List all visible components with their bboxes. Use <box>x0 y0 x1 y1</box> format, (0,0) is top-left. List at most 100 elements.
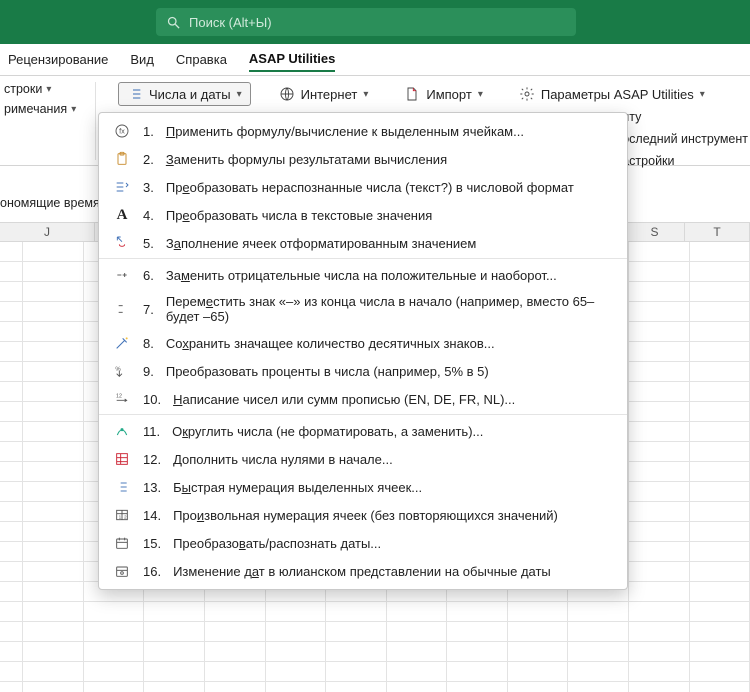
chevron-down-icon: ▾ <box>363 89 368 100</box>
menu-item-label: Преобразовать нераспознанные числа (текс… <box>166 180 574 195</box>
menu-item-number: 4. <box>143 208 154 223</box>
menu-item-6[interactable]: 6. Заменить отрицательные числа на положи… <box>99 261 627 289</box>
asap-params-button[interactable]: Параметры ASAP Utilities ▾ <box>511 83 713 105</box>
tab-view[interactable]: Вид <box>130 48 154 71</box>
menu-item-number: 1. <box>143 124 154 139</box>
menu-item-icon <box>113 450 131 468</box>
search-icon <box>166 15 181 30</box>
chevron-down-icon: ▾ <box>46 84 51 95</box>
menu-item-icon <box>113 478 131 496</box>
menu-item-8[interactable]: 8. Сохранить значащее количество десятичн… <box>99 329 627 357</box>
menu-item-9[interactable]: % 9. Преобразовать проценты в числа (напри… <box>99 357 627 385</box>
menu-item-5[interactable]: 5. Заполнение ячеек отформатированным зна… <box>99 229 627 259</box>
notes-button[interactable]: римечания ▾ <box>4 102 91 116</box>
svg-text:2: 2 <box>124 514 127 519</box>
menu-item-label: Применить формулу/вычисление к выделенны… <box>166 124 524 139</box>
menu-item-icon <box>113 150 131 168</box>
menu-item-number: 10. <box>143 392 161 407</box>
menu-item-icon <box>113 562 131 580</box>
rows-button[interactable]: строки ▾ <box>4 82 91 96</box>
right-links: иту оследний инструмент астройки <box>622 110 748 168</box>
menu-item-label: Заменить формулы результатами вычисления <box>166 152 447 167</box>
menu-item-label: Заполнение ячеек отформатированным значе… <box>166 236 476 251</box>
internet-button[interactable]: Интернет ▾ <box>271 83 377 105</box>
column-header[interactable]: S <box>625 223 685 241</box>
menu-item-icon: fx <box>113 122 131 140</box>
menu-item-15[interactable]: 15. Преобразовать/распознать даты... <box>99 529 627 557</box>
menu-item-label: Преобразовать/распознать даты... <box>173 536 381 551</box>
menu-item-label: Написание чисел или сумм прописью (EN, D… <box>173 392 515 407</box>
gear-icon <box>519 86 535 102</box>
svg-text:%: % <box>115 367 121 373</box>
menu-item-7[interactable]: 7. Переместить знак «–» из конца числа в … <box>99 289 627 329</box>
menu-item-10[interactable]: 12 10. Написание чисел или сумм прописью (… <box>99 385 627 415</box>
file-icon <box>404 86 420 102</box>
menu-item-icon <box>113 534 131 552</box>
numbers-dates-menu: fx 1. Применить формулу/вычисление к выдел… <box>98 112 628 590</box>
menu-item-icon <box>113 234 131 252</box>
menu-item-number: 11. <box>143 424 160 439</box>
chevron-down-icon: ▾ <box>478 89 483 100</box>
title-bar: Поиск (Alt+Ы) <box>0 0 750 44</box>
menu-item-label: Сохранить значащее количество десятичных… <box>166 336 495 351</box>
menu-item-13[interactable]: 13. Быстрая нумерация выделенных ячеек... <box>99 473 627 501</box>
menu-item-icon: 12 <box>113 390 131 408</box>
menu-item-icon <box>113 422 131 440</box>
menu-item-11[interactable]: 11. Округлить числа (не форматировать, а … <box>99 417 627 445</box>
menu-item-icon <box>113 300 131 318</box>
link-last-tool[interactable]: оследний инструмент <box>622 132 748 146</box>
menu-item-1[interactable]: fx 1. Применить формулу/вычисление к выдел… <box>99 117 627 145</box>
column-header[interactable]: J <box>0 223 95 241</box>
svg-text:1: 1 <box>119 514 122 519</box>
menu-item-number: 2. <box>143 152 154 167</box>
menu-item-number: 7. <box>143 302 154 317</box>
menu-item-label: Переместить знак «–» из конца числа в на… <box>166 294 613 324</box>
chevron-down-icon: ▾ <box>237 89 242 100</box>
menu-item-number: 15. <box>143 536 161 551</box>
menu-item-icon <box>113 266 131 284</box>
numbers-dates-button[interactable]: Числа и даты ▾ <box>118 82 251 106</box>
menu-item-14[interactable]: 12 14. Произвольная нумерация ячеек (без п… <box>99 501 627 529</box>
menu-item-number: 3. <box>143 180 154 195</box>
menu-item-16[interactable]: 16. Изменение дат в юлианском представлен… <box>99 557 627 585</box>
menu-item-icon <box>113 178 131 196</box>
menu-item-label: Заменить отрицательные числа на положите… <box>166 268 557 283</box>
menu-item-number: 9. <box>143 364 154 379</box>
menu-item-3[interactable]: 3. Преобразовать нераспознанные числа (те… <box>99 173 627 201</box>
menu-item-label: Дополнить числа нулями в начале... <box>173 452 393 467</box>
menu-item-label: Преобразовать проценты в числа (например… <box>166 364 489 379</box>
menu-item-label: Быстрая нумерация выделенных ячеек... <box>173 480 422 495</box>
import-button[interactable]: Импорт ▾ <box>396 83 490 105</box>
menu-item-icon: 12 <box>113 506 131 524</box>
menu-item-icon: A <box>113 206 131 224</box>
menu-item-number: 13. <box>143 480 161 495</box>
ribbon-tabs: Рецензирование Вид Справка ASAP Utilitie… <box>0 44 750 76</box>
menu-item-4[interactable]: A 4. Преобразовать числа в текстовые значе… <box>99 201 627 229</box>
menu-item-number: 16. <box>143 564 161 579</box>
menu-item-2[interactable]: 2. Заменить формулы результатами вычислен… <box>99 145 627 173</box>
menu-item-number: 5. <box>143 236 154 251</box>
column-header[interactable]: T <box>685 223 750 241</box>
menu-item-label: Округлить числа (не форматировать, а зам… <box>172 424 483 439</box>
svg-text:fx: fx <box>119 127 125 136</box>
menu-item-label: Изменение дат в юлианском представлении … <box>173 564 551 579</box>
menu-item-label: Преобразовать числа в текстовые значения <box>166 208 432 223</box>
svg-text:12: 12 <box>116 394 122 400</box>
chevron-down-icon: ▾ <box>71 104 76 115</box>
tab-help[interactable]: Справка <box>176 48 227 71</box>
menu-item-icon: % <box>113 362 131 380</box>
tab-asap-utilities[interactable]: ASAP Utilities <box>249 47 335 72</box>
menu-item-number: 8. <box>143 336 154 351</box>
chevron-down-icon: ▾ <box>700 89 705 100</box>
globe-icon <box>279 86 295 102</box>
menu-item-12[interactable]: 12. Дополнить числа нулями в начале... <box>99 445 627 473</box>
list-icon <box>127 86 143 102</box>
menu-item-label: Произвольная нумерация ячеек (без повтор… <box>173 508 558 523</box>
tab-review[interactable]: Рецензирование <box>8 48 108 71</box>
menu-item-number: 12. <box>143 452 161 467</box>
search-box[interactable]: Поиск (Alt+Ы) <box>156 8 576 36</box>
menu-item-number: 6. <box>143 268 154 283</box>
search-placeholder: Поиск (Alt+Ы) <box>189 15 272 30</box>
menu-item-number: 14. <box>143 508 161 523</box>
menu-item-icon <box>113 334 131 352</box>
